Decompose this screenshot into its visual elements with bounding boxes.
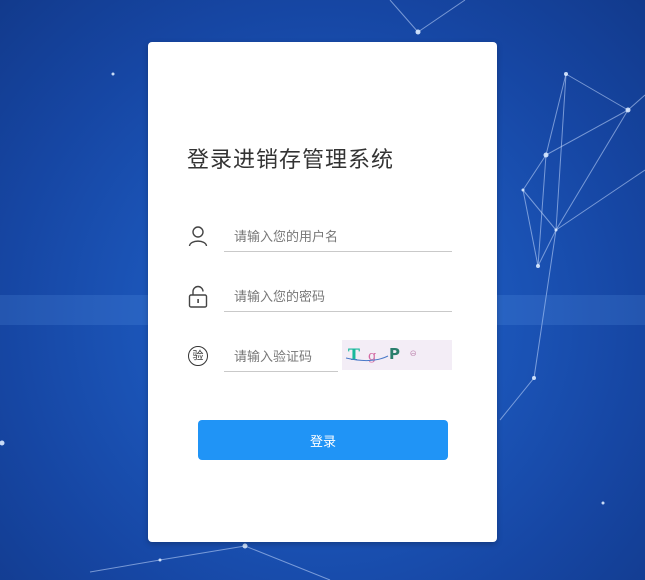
password-input[interactable]	[224, 284, 452, 312]
login-card: 登录进销存管理系统 验 T g P ဓ 登录	[148, 42, 497, 542]
captcha-row: 验	[188, 344, 338, 374]
password-row	[188, 284, 452, 314]
svg-text:P: P	[389, 345, 400, 363]
captcha-input[interactable]	[224, 344, 338, 372]
verify-icon: 验	[188, 346, 208, 366]
verify-icon-text: 验	[192, 349, 204, 362]
login-button[interactable]: 登录	[198, 420, 448, 460]
svg-text:T: T	[348, 345, 360, 364]
svg-text:g: g	[368, 349, 376, 364]
page-title: 登录进销存管理系统	[187, 148, 395, 173]
captcha-image[interactable]: T g P ဓ	[342, 340, 452, 370]
user-icon	[188, 226, 208, 247]
captcha-graphic: T g P ဓ	[345, 345, 417, 364]
lock-icon	[188, 285, 208, 308]
username-row	[188, 224, 452, 254]
username-input[interactable]	[224, 224, 452, 252]
svg-text:ဓ: ဓ	[410, 345, 417, 359]
